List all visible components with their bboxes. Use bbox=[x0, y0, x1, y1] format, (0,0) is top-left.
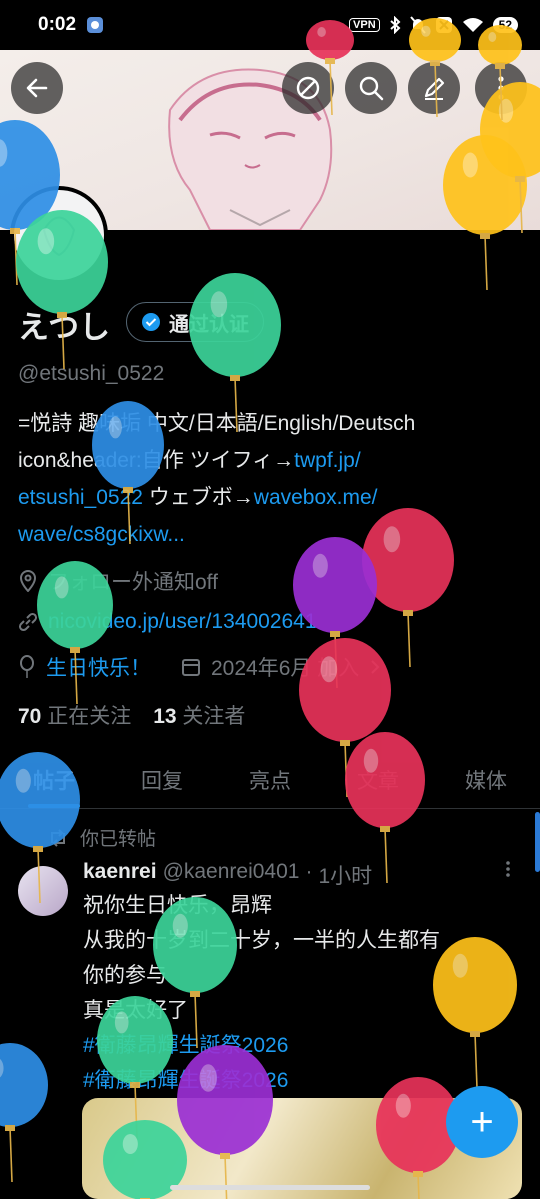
more-vertical-icon bbox=[498, 76, 504, 100]
wifi-icon bbox=[462, 18, 483, 32]
retweet-indicator: 你已转帖 bbox=[48, 824, 156, 851]
profile-avatar[interactable] bbox=[10, 186, 108, 284]
search-button[interactable] bbox=[345, 62, 397, 114]
verify-label: 通过认证 bbox=[169, 313, 249, 336]
profile-bio: =悦詩 趣味垢 中文/日本語/English/Deutsch icon&head… bbox=[18, 405, 523, 553]
profile-tabs: 帖子 回复 亮点 文章 媒体 bbox=[0, 752, 540, 809]
bluetooth-icon bbox=[389, 16, 401, 34]
following-count: 70 bbox=[18, 705, 42, 728]
tab-highlights[interactable]: 亮点 bbox=[216, 752, 324, 808]
more-button[interactable] bbox=[475, 62, 527, 114]
avatar-drawing bbox=[42, 216, 76, 257]
battery-level: 52 bbox=[492, 17, 518, 33]
website-link[interactable]: nicovideo.jp/user/134002641 bbox=[48, 610, 317, 634]
vpn-indicator: VPN bbox=[349, 18, 380, 32]
compose-fab[interactable]: + bbox=[446, 1086, 518, 1158]
plus-icon: + bbox=[470, 1099, 494, 1144]
status-bar: 0:02 VPN 52 bbox=[0, 0, 540, 50]
join-date: 2024年6月 加入 bbox=[211, 657, 360, 680]
chevron-right-icon[interactable] bbox=[369, 658, 381, 676]
bio-text: icon&header:自作 ツイフィ→ bbox=[18, 449, 295, 472]
follow-stats: 70 正在关注 13 关注者 bbox=[18, 700, 245, 730]
scroll-indicator[interactable] bbox=[535, 812, 540, 872]
bio-line-3: etsushi_0522 ウェブボ→wavebox.me/ bbox=[18, 479, 523, 516]
edit-icon bbox=[424, 77, 445, 100]
tab-replies[interactable]: 回复 bbox=[108, 752, 216, 808]
post-author-handle[interactable]: @kaenrei0401 bbox=[163, 860, 300, 890]
post-line: 真是太好了 bbox=[83, 999, 188, 1022]
twpf-link[interactable]: twpf.jp/ bbox=[294, 449, 361, 472]
post-separator: · bbox=[305, 860, 313, 883]
block-button[interactable] bbox=[282, 62, 334, 114]
post-hashtag[interactable]: #衛藤昂輝生誕祭2026 bbox=[83, 1028, 523, 1063]
location-text: フォロー外通知off bbox=[48, 571, 218, 594]
following-link[interactable]: 70 正在关注 bbox=[18, 700, 131, 730]
balloon bbox=[0, 1043, 48, 1183]
followers-count: 13 bbox=[153, 705, 177, 728]
post-hashtag[interactable]: #衛藤昂輝生誕祭2026 bbox=[83, 1063, 523, 1098]
post-line: 祝你生日快乐，昂辉 bbox=[83, 894, 272, 917]
back-arrow-icon bbox=[26, 78, 48, 98]
post-time: 1小时 bbox=[318, 865, 373, 888]
wavebox-link-cont[interactable]: wave/cs8gckixw... bbox=[18, 523, 185, 546]
tab-posts[interactable]: 帖子 bbox=[0, 752, 108, 808]
post-line: 你的参与 bbox=[83, 964, 167, 987]
post-author-avatar[interactable] bbox=[18, 866, 68, 916]
balloon-icon bbox=[20, 655, 34, 678]
tab-media[interactable]: 媒体 bbox=[432, 752, 540, 808]
calendar-icon bbox=[182, 659, 200, 676]
display-name: えつし bbox=[18, 310, 111, 345]
wavebox-link[interactable]: wavebox.me/ bbox=[254, 486, 378, 509]
following-label: 正在关注 bbox=[47, 705, 132, 728]
post-more-button[interactable] bbox=[505, 860, 511, 884]
verified-badge-icon bbox=[142, 313, 160, 331]
app-notification-icon bbox=[87, 17, 104, 33]
get-verified-button[interactable]: 通过认证 bbox=[126, 302, 264, 342]
website-row: nicovideo.jp/user/134002641 bbox=[18, 610, 317, 634]
followers-label: 关注者 bbox=[182, 705, 246, 728]
bio-line-2: icon&header:自作 ツイフィ→twpf.jp/ bbox=[18, 442, 523, 479]
bio-line-4: wave/cs8gckixw... bbox=[18, 516, 523, 553]
post-author-name[interactable]: kaenrei bbox=[83, 860, 157, 890]
block-icon bbox=[296, 76, 320, 100]
birthday-join-row: 生日快乐！ 2024年6月 加入 bbox=[18, 652, 381, 682]
location-row: フォロー外通知off bbox=[18, 566, 218, 596]
post-header: kaenrei @kaenrei0401 · 1小时 bbox=[83, 860, 372, 890]
bio-line-1: =悦詩 趣味垢 中文/日本語/English/Deutsch bbox=[18, 412, 416, 435]
twpf-link-cont[interactable]: etsushi_0522 bbox=[18, 486, 143, 509]
bio-text-2: ウェブボ→ bbox=[142, 486, 254, 509]
back-button[interactable] bbox=[11, 62, 63, 114]
edit-button[interactable] bbox=[408, 62, 460, 114]
x-app-icon bbox=[435, 17, 452, 33]
retweet-icon bbox=[51, 828, 65, 847]
home-indicator[interactable] bbox=[170, 1185, 370, 1190]
mute-bell-icon bbox=[409, 16, 426, 34]
tab-articles[interactable]: 文章 bbox=[324, 752, 432, 808]
location-icon bbox=[19, 570, 37, 592]
post-more-icon bbox=[506, 861, 510, 877]
birthday-link[interactable]: 生日快乐！ bbox=[46, 652, 151, 682]
retweet-label: 你已转帖 bbox=[80, 829, 157, 850]
followers-link[interactable]: 13 关注者 bbox=[153, 700, 245, 730]
link-icon bbox=[18, 612, 38, 632]
search-icon bbox=[359, 76, 384, 101]
user-handle: @etsushi_0522 bbox=[18, 362, 165, 385]
post-body[interactable]: 祝你生日快乐，昂辉 从我的十岁到二十岁，一半的人生都有 你的参与 真是太好了 #… bbox=[83, 888, 523, 1098]
post-line: 从我的十岁到二十岁，一半的人生都有 bbox=[83, 929, 440, 952]
status-time: 0:02 bbox=[38, 14, 77, 35]
